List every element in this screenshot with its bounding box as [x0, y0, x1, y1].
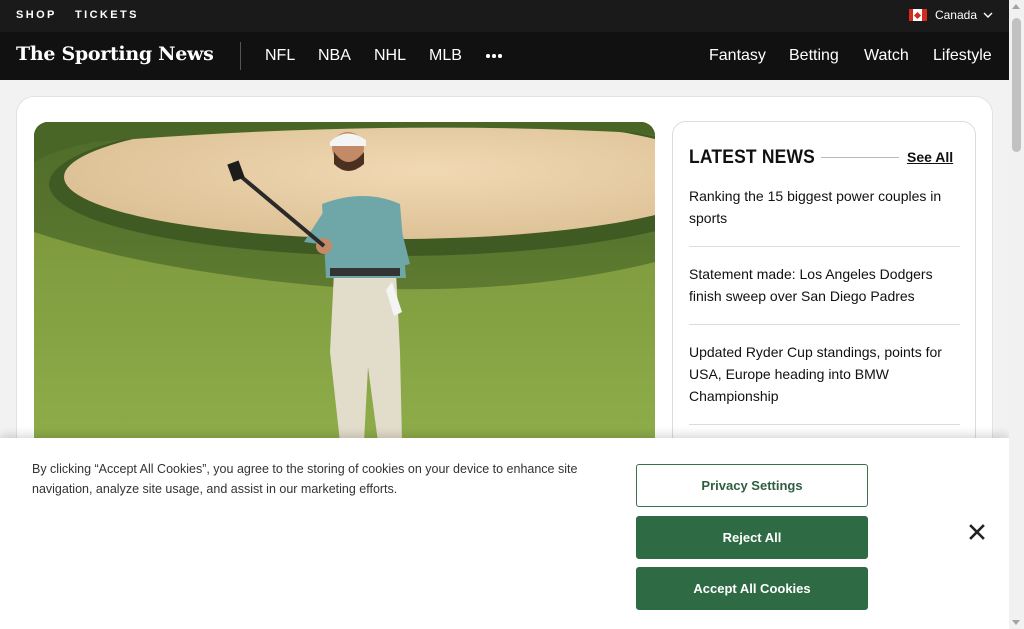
close-icon[interactable] — [967, 522, 987, 542]
nav-nhl[interactable]: NHL — [374, 47, 406, 65]
see-all-link[interactable]: See All — [907, 149, 953, 165]
chevron-down-icon — [983, 12, 993, 18]
accept-all-cookies-button[interactable]: Accept All Cookies — [636, 567, 868, 610]
cookie-consent-banner: By clicking “Accept All Cookies”, you ag… — [0, 438, 1009, 629]
shop-link[interactable]: SHOP — [16, 9, 57, 21]
region-selector[interactable]: Canada — [908, 8, 993, 22]
news-item-2[interactable]: Statement made: Los Angeles Dodgers fini… — [689, 263, 960, 307]
news-item-1[interactable]: Ranking the 15 biggest power couples in … — [689, 185, 960, 229]
tickets-link[interactable]: TICKETS — [75, 9, 139, 21]
heading-rule — [821, 157, 899, 158]
news-item-3[interactable]: Updated Ryder Cup standings, points for … — [689, 341, 960, 407]
main-navigation: The Sporting News NFL NBA NHL MLB Fantas… — [0, 32, 1009, 80]
news-divider — [689, 424, 960, 425]
cookie-consent-text: By clicking “Accept All Cookies”, you ag… — [32, 462, 578, 496]
news-divider — [689, 246, 960, 247]
scroll-up-arrow-icon[interactable] — [1012, 4, 1020, 9]
page-scrollbar[interactable] — [1009, 0, 1024, 629]
more-menu-icon[interactable] — [486, 54, 502, 58]
hero-article-image[interactable] — [34, 122, 655, 452]
scrollbar-thumb[interactable] — [1012, 18, 1021, 152]
nav-nba[interactable]: NBA — [318, 47, 351, 65]
privacy-settings-button[interactable]: Privacy Settings — [636, 464, 868, 507]
region-label: Canada — [934, 8, 977, 22]
nav-divider — [240, 42, 241, 70]
canada-flag-icon — [908, 9, 927, 21]
nav-fantasy[interactable]: Fantasy — [709, 47, 766, 65]
nav-watch[interactable]: Watch — [864, 47, 909, 65]
scroll-down-arrow-icon[interactable] — [1012, 620, 1020, 625]
latest-news-heading: LATEST NEWS — [689, 147, 816, 168]
nav-betting[interactable]: Betting — [789, 47, 839, 65]
nav-mlb[interactable]: MLB — [429, 47, 462, 65]
reject-all-button[interactable]: Reject All — [636, 516, 868, 559]
top-utility-bar: SHOP TICKETS Canada — [0, 0, 1009, 32]
nav-nfl[interactable]: NFL — [265, 47, 295, 65]
golfer-photo — [34, 122, 655, 452]
site-logo[interactable]: The Sporting News — [16, 43, 214, 65]
nav-lifestyle[interactable]: Lifestyle — [933, 47, 992, 65]
news-divider — [689, 324, 960, 325]
